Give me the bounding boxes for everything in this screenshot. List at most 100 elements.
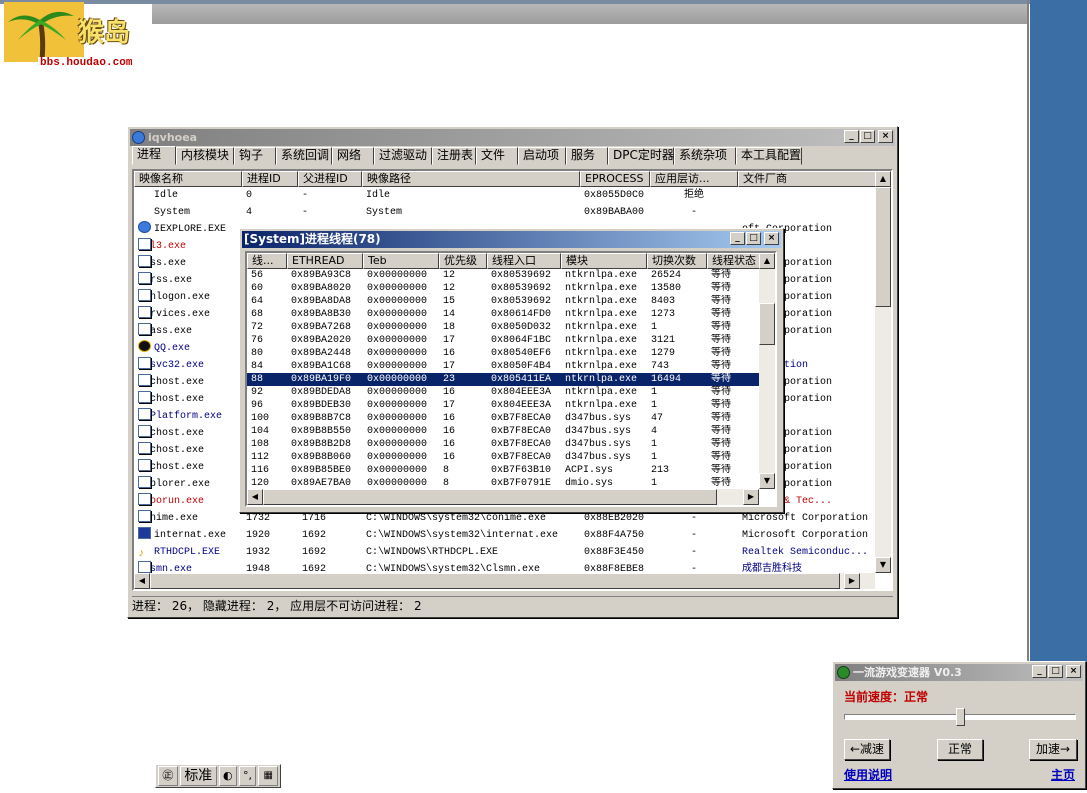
thread-row[interactable]: 116 0x89B85BE0 0x00000000 8 0xB7F63B10 ACPI.s… [247, 464, 761, 477]
thread-column-header[interactable]: 线程状态 [707, 253, 761, 269]
speed-minimize-button[interactable]: _ [1032, 665, 1047, 678]
process-row[interactable]: System 4 - System 0x89BABA00 - [134, 204, 879, 221]
help-link[interactable]: 使用说明 [844, 766, 892, 783]
thread-column-header[interactable]: ETHREAD [287, 253, 363, 269]
thread-row[interactable]: 80 0x89BA2448 0x00000000 16 0x80540EF6 ntkrnl… [247, 347, 761, 360]
thread-column-header[interactable]: 优先级 [439, 253, 487, 269]
process-cell-name: QQ.exe [134, 340, 242, 357]
process-column-header[interactable]: EPROCESS [580, 171, 650, 187]
thread-row[interactable]: 56 0x89BA93C8 0x00000000 12 0x80539692 ntkrnl… [247, 269, 761, 282]
window-icon [138, 238, 151, 250]
close-button[interactable]: × [878, 130, 893, 143]
thread-row[interactable]: 108 0x89B8B2D8 0x00000000 16 0xB7F8ECA0 d347b… [247, 438, 761, 451]
process-column-header[interactable]: 映像名称 [134, 171, 242, 187]
tab-6[interactable]: 注册表 [432, 147, 476, 165]
ime-logo-icon[interactable]: ㊣ [158, 766, 178, 786]
window-icon [138, 442, 151, 454]
thread-cell: 0x00000000 [367, 361, 428, 372]
thread-row[interactable]: 84 0x89BA1C68 0x00000000 17 0x8050F4B4 ntkrnl… [247, 360, 761, 373]
thread-row[interactable]: 100 0x89B8B7C8 0x00000000 16 0xB7F8ECA0 d347b… [247, 412, 761, 425]
tab-3[interactable]: 系统回调 [276, 147, 332, 165]
scroll-thumb[interactable] [875, 187, 891, 307]
thread-column-header[interactable]: 模块 [561, 253, 647, 269]
speed-tool-titlebar[interactable]: 一流游戏变速器 V0.3 _ □ × [835, 664, 1083, 681]
tab-10[interactable]: DPC定时器 [608, 147, 674, 165]
process-cell-ppid: 1692 [302, 530, 327, 541]
home-link[interactable]: 主页 [1051, 766, 1075, 783]
thread-row[interactable]: 68 0x89BA8B30 0x00000000 14 0x80614FD0 ntkrnl… [247, 308, 761, 321]
dialog-close-button[interactable]: × [764, 232, 779, 245]
process-cell-name: pcl3.exe [134, 238, 242, 255]
process-column-header[interactable]: 文件厂商 [738, 171, 879, 187]
thread-scroll-right-button[interactable]: ▶ [743, 489, 759, 505]
thread-column-header[interactable]: 线程入口 [487, 253, 561, 269]
thread-column-header[interactable]: 切换次数 [647, 253, 707, 269]
tab-9[interactable]: 服务 [566, 147, 608, 165]
hscroll-thumb[interactable] [150, 573, 840, 589]
half-width-moon-icon[interactable]: ◐ [218, 766, 237, 786]
tab-4[interactable]: 网络 [332, 147, 374, 165]
tab-8[interactable]: 启动项 [518, 147, 566, 165]
thread-row[interactable]: 112 0x89B8B060 0x00000000 16 0xB7F8ECA0 d347b… [247, 451, 761, 464]
main-window-titlebar[interactable]: iqvhoea _ □ × [130, 129, 895, 146]
process-list-hscroll[interactable]: ◀ ▶ [134, 573, 875, 589]
thread-row[interactable]: 64 0x89BA8DA8 0x00000000 15 0x80539692 ntkrnl… [247, 295, 761, 308]
thread-cell: 0x89B8B7C8 [291, 413, 352, 424]
thread-row[interactable]: 92 0x89BDEDA8 0x00000000 16 0x804EEE3A ntkrnl… [247, 386, 761, 399]
main-window-title: iqvhoea [148, 131, 198, 144]
thread-cell: 0x00000000 [367, 452, 428, 463]
thread-list-vscroll[interactable]: ▲ ▼ [759, 253, 775, 489]
process-row[interactable]: internat.exe 1920 1692 C:\WINDOWS\system32\… [134, 527, 879, 544]
tab-12[interactable]: 本工具配置 [736, 147, 802, 165]
thread-column-header[interactable]: Teb [363, 253, 439, 269]
process-column-header[interactable]: 映像路径 [362, 171, 580, 187]
process-cell-name: lsass.exe [134, 323, 242, 340]
scroll-left-button[interactable]: ◀ [134, 573, 150, 589]
slow-down-button[interactable]: ←减速 [844, 739, 890, 760]
thread-hscroll-thumb[interactable] [263, 489, 717, 505]
thread-cell: 等待 [711, 322, 731, 333]
dialog-maximize-button[interactable]: □ [746, 232, 761, 245]
thread-scroll-thumb[interactable] [759, 303, 775, 345]
tab-0[interactable]: 进程 [132, 146, 176, 165]
tab-1[interactable]: 内核模块 [176, 147, 234, 165]
maximize-button[interactable]: □ [860, 130, 875, 143]
thread-scroll-down-button[interactable]: ▼ [759, 473, 775, 489]
thread-scroll-left-button[interactable]: ◀ [247, 489, 263, 505]
speed-maximize-button[interactable]: □ [1048, 665, 1063, 678]
process-column-header[interactable]: 父进程ID [298, 171, 362, 187]
thread-row[interactable]: 76 0x89BA2020 0x00000000 17 0x8064F1BC ntkrnl… [247, 334, 761, 347]
process-column-header[interactable]: 应用层访... [650, 171, 738, 187]
scroll-right-button[interactable]: ▶ [844, 573, 860, 589]
thread-row[interactable]: 72 0x89BA7268 0x00000000 18 0x8050D032 ntkrnl… [247, 321, 761, 334]
thread-row[interactable]: 104 0x89B8B550 0x00000000 16 0xB7F8ECA0 d347b… [247, 425, 761, 438]
thread-row[interactable]: 96 0x89BDEB30 0x00000000 17 0x804EEE3A ntkrnl… [247, 399, 761, 412]
thread-list[interactable]: 线... ETHREAD Teb 优先级 线程入口 模块 切换次数 线程状态 56 0x89BA… [245, 251, 777, 507]
tab-5[interactable]: 过滤驱动 [374, 147, 432, 165]
ime-mode-label[interactable]: 标准 [179, 766, 217, 786]
speed-up-button[interactable]: 加速→ [1029, 739, 1077, 760]
scroll-down-button[interactable]: ▼ [875, 557, 891, 573]
process-row[interactable]: Idle 0 - Idle 0x8055D0C0 拒绝 [134, 187, 879, 204]
tab-11[interactable]: 系统杂项 [674, 147, 736, 165]
scroll-up-button[interactable]: ▲ [875, 171, 891, 187]
process-column-header[interactable]: 进程ID [242, 171, 298, 187]
speed-close-button[interactable]: × [1066, 665, 1081, 678]
tab-2[interactable]: 钩子 [234, 147, 276, 165]
thread-row[interactable]: 88 0x89BA19F0 0x00000000 23 0x805411EA ntkrnl… [247, 373, 761, 386]
thread-column-header[interactable]: 线... [247, 253, 287, 269]
thread-list-hscroll[interactable]: ◀ ▶ [247, 489, 759, 505]
dialog-minimize-button[interactable]: _ [730, 232, 745, 245]
soft-keyboard-icon[interactable]: ▦ [258, 766, 278, 786]
minimize-button[interactable]: _ [844, 130, 859, 143]
punctuation-icon[interactable]: °, [238, 766, 257, 786]
normal-speed-button[interactable]: 正常 [937, 739, 983, 760]
window-icon [138, 374, 151, 386]
process-list-vscroll[interactable]: ▲ ▼ [875, 171, 891, 573]
thread-dialog-titlebar[interactable]: [System]进程线程(78) _ □ × [242, 231, 781, 248]
process-row[interactable]: ♪ RTHDCPL.EXE 1932 1692 C:\WINDOWS\RTHDCPL.E… [134, 544, 879, 561]
thread-scroll-up-button[interactable]: ▲ [759, 253, 775, 269]
tab-7[interactable]: 文件 [476, 147, 518, 165]
thread-row[interactable]: 60 0x89BA8020 0x00000000 12 0x80539692 ntkrnl… [247, 282, 761, 295]
speed-slider-thumb[interactable] [956, 708, 965, 726]
